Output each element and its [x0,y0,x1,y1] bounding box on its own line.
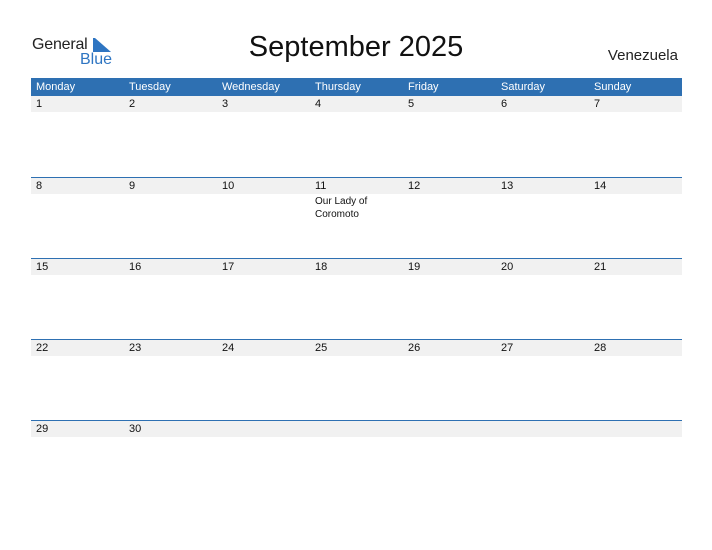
holiday-event [124,194,217,221]
holiday-event [589,112,682,113]
holiday-event [217,194,310,221]
day-events-row [31,356,682,357]
holiday-event [31,194,124,221]
day-number: 16 [129,261,142,273]
holiday-event [589,356,682,357]
holiday-event [124,275,217,276]
day-number: 24 [222,342,235,354]
holiday-event [496,194,589,221]
day-number-strip: 8 9 10 11 12 13 14 [31,178,682,194]
weekday-header-wednesday: Wednesday [222,81,280,93]
day-number: 15 [36,261,49,273]
day-number: 4 [315,98,322,110]
holiday-event [124,437,217,438]
day-number [496,421,589,437]
calendar-title: September 2025 [248,31,464,63]
weekday-header-monday: Monday [36,81,76,93]
day-number: 26 [408,342,421,354]
weekday-header-saturday: Saturday [501,81,546,93]
day-number: 19 [408,261,421,273]
day-number: 20 [501,261,514,273]
day-number [403,421,496,437]
day-number-strip: 22 23 24 25 26 27 28 [31,340,682,356]
holiday-event [403,437,496,438]
week-row: 29 30 [31,420,682,501]
day-number: 25 [315,342,328,354]
week-row: 15 16 17 18 19 20 21 [31,258,682,339]
holiday-event [124,356,217,357]
day-number: 5 [408,98,415,110]
holiday-event [403,275,496,276]
week-row: 8 9 10 11 12 13 14 Our Lady of Coromoto [31,177,682,258]
holiday-event [310,275,403,276]
day-number: 21 [594,261,607,273]
day-number: 29 [36,423,49,435]
day-number: 27 [501,342,514,354]
day-number: 22 [36,342,49,354]
holiday-event [589,275,682,276]
holiday-event: Our Lady of Coromoto [315,196,368,220]
holiday-event [589,194,682,221]
day-number [217,421,310,437]
day-number: 30 [129,423,142,435]
weekday-header-sunday: Sunday [594,81,632,93]
day-number: 1 [36,98,43,110]
holiday-event [310,437,403,438]
day-events-row [31,275,682,276]
holiday-event [31,356,124,357]
weekday-header-thursday: Thursday [315,81,361,93]
day-number: 13 [501,180,514,192]
day-number [310,421,403,437]
holiday-event [403,356,496,357]
weekday-header-row: Monday Tuesday Wednesday Thursday Friday… [31,78,682,96]
holiday-event [124,112,217,113]
calendar-grid: Monday Tuesday Wednesday Thursday Friday… [31,78,682,501]
day-number: 8 [36,180,43,192]
holiday-event [31,112,124,113]
day-number: 10 [222,180,235,192]
day-number-strip: 29 30 [31,421,682,437]
holiday-event [403,112,496,113]
holiday-event [496,356,589,357]
day-number: 11 [315,180,327,192]
weekday-header-friday: Friday [408,81,439,93]
day-number: 18 [315,261,328,273]
day-number: 3 [222,98,229,110]
day-number: 23 [129,342,142,354]
day-number: 9 [129,180,136,192]
day-number: 17 [222,261,235,273]
weekday-header-tuesday: Tuesday [129,81,171,93]
day-events-row [31,112,682,113]
day-number: 2 [129,98,136,110]
holiday-event [217,275,310,276]
holiday-event [589,437,682,438]
holiday-event [403,194,496,221]
day-events-row: Our Lady of Coromoto [31,194,682,221]
holiday-event [496,275,589,276]
holiday-event [217,112,310,113]
day-number: 6 [501,98,508,110]
day-number: 28 [594,342,607,354]
holiday-event [217,437,310,438]
day-number-strip: 1 2 3 4 5 6 7 [31,96,682,112]
holiday-event [31,275,124,276]
holiday-event [496,112,589,113]
day-number: 14 [594,180,607,192]
week-row: 1 2 3 4 5 6 7 [31,96,682,177]
week-row: 22 23 24 25 26 27 28 [31,339,682,420]
country-label: Venezuela [607,47,678,64]
day-number: 7 [594,98,601,110]
holiday-event [496,437,589,438]
holiday-event [31,437,124,438]
holiday-event [310,356,403,357]
day-number-strip: 15 16 17 18 19 20 21 [31,259,682,275]
day-events-row [31,437,682,438]
day-number [589,421,682,437]
holiday-event [310,112,403,113]
day-number: 12 [408,180,421,192]
holiday-event [217,356,310,357]
